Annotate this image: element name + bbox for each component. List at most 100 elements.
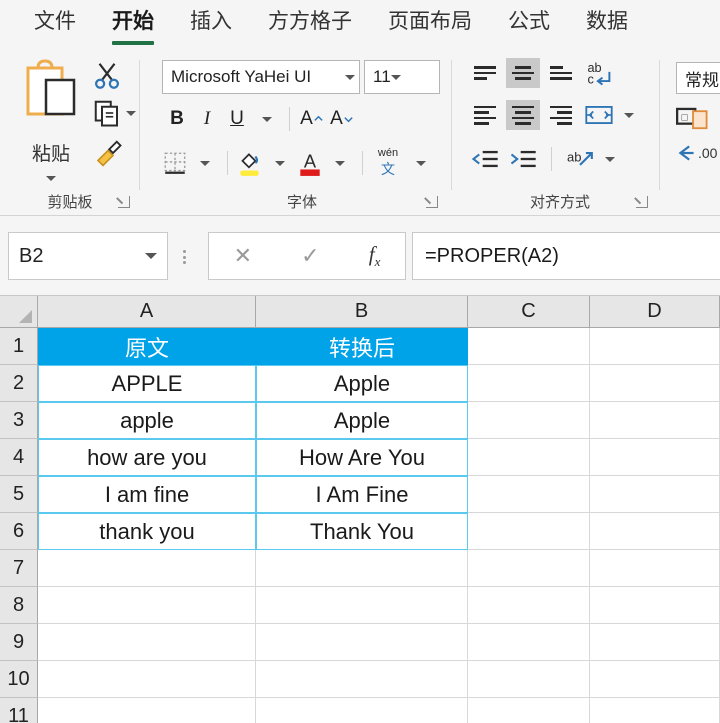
fill-color-button[interactable] xyxy=(235,148,265,178)
table-cell-b2[interactable]: Apple xyxy=(256,365,468,402)
row-header-8[interactable]: 8 xyxy=(0,587,38,624)
cell-d7[interactable] xyxy=(590,550,720,587)
cell-c3[interactable] xyxy=(468,402,590,439)
table-cell-b5[interactable]: I Am Fine xyxy=(256,476,468,513)
table-cell-a3[interactable]: apple xyxy=(38,402,256,439)
font-name-dropdown-arrow[interactable] xyxy=(345,74,355,80)
formula-bar-drag-handle[interactable] xyxy=(183,250,187,264)
insert-function-button[interactable]: fx xyxy=(369,242,381,270)
align-center-button[interactable] xyxy=(506,100,540,130)
paste-dropdown-arrow[interactable] xyxy=(14,168,88,186)
font-dialog-launcher[interactable] xyxy=(426,196,438,208)
merge-center-button[interactable] xyxy=(582,100,616,130)
table-cell-b4[interactable]: How Are You xyxy=(256,439,468,476)
formula-input[interactable]: =PROPER(A2) xyxy=(412,232,720,280)
clipboard-dialog-launcher[interactable] xyxy=(118,196,130,208)
cell-d8[interactable] xyxy=(590,587,720,624)
cell-c7[interactable] xyxy=(468,550,590,587)
row-header-7[interactable]: 7 xyxy=(0,550,38,587)
column-header-a[interactable]: A xyxy=(38,296,256,328)
underline-dropdown-arrow[interactable] xyxy=(252,104,282,134)
align-left-button[interactable] xyxy=(468,100,502,130)
cell-c4[interactable] xyxy=(468,439,590,476)
cell-b9[interactable] xyxy=(256,624,468,661)
cell-d4[interactable] xyxy=(590,439,720,476)
cell-a9[interactable] xyxy=(38,624,256,661)
cell-a10[interactable] xyxy=(38,661,256,698)
column-header-b[interactable]: B xyxy=(256,296,468,328)
cell-d11[interactable] xyxy=(590,698,720,723)
borders-dropdown-arrow[interactable] xyxy=(190,148,220,178)
tab-data[interactable]: 数据 xyxy=(568,0,646,42)
row-header-2[interactable]: 2 xyxy=(0,365,38,402)
row-header-9[interactable]: 9 xyxy=(0,624,38,661)
cell-c5[interactable] xyxy=(468,476,590,513)
align-right-button[interactable] xyxy=(544,100,578,130)
row-header-5[interactable]: 5 xyxy=(0,476,38,513)
bold-button[interactable]: B xyxy=(162,104,192,134)
cell-d10[interactable] xyxy=(590,661,720,698)
cell-c10[interactable] xyxy=(468,661,590,698)
name-box-dropdown-arrow[interactable] xyxy=(145,253,157,259)
row-header-11[interactable]: 11 xyxy=(0,698,38,723)
alignment-dialog-launcher[interactable] xyxy=(636,196,648,208)
cell-c11[interactable] xyxy=(468,698,590,723)
cell-c8[interactable] xyxy=(468,587,590,624)
row-header-10[interactable]: 10 xyxy=(0,661,38,698)
increase-indent-button[interactable] xyxy=(506,144,540,174)
cell-d5[interactable] xyxy=(590,476,720,513)
table-header-a[interactable]: 原文 xyxy=(38,328,256,365)
row-header-4[interactable]: 4 xyxy=(0,439,38,476)
text-orientation-button[interactable]: ab xyxy=(563,144,597,174)
cell-d3[interactable] xyxy=(590,402,720,439)
cell-a11[interactable] xyxy=(38,698,256,723)
font-color-button[interactable]: A xyxy=(295,148,325,178)
decrease-font-size-button[interactable]: A xyxy=(327,104,357,134)
italic-button[interactable]: I xyxy=(192,104,222,134)
copy-dropdown-arrow[interactable] xyxy=(126,110,136,116)
align-top-button[interactable] xyxy=(468,58,502,88)
table-cell-a5[interactable]: I am fine xyxy=(38,476,256,513)
cancel-formula-button[interactable]: ✕ xyxy=(234,243,252,269)
tab-formulas[interactable]: 公式 xyxy=(490,0,568,42)
table-cell-a2[interactable]: APPLE xyxy=(38,365,256,402)
number-format-select[interactable]: 常规 xyxy=(676,62,720,94)
cell-a7[interactable] xyxy=(38,550,256,587)
cell-b10[interactable] xyxy=(256,661,468,698)
cell-d1[interactable] xyxy=(590,328,720,365)
cell-d9[interactable] xyxy=(590,624,720,661)
copy-button[interactable] xyxy=(92,98,136,128)
cut-button[interactable] xyxy=(92,60,122,95)
cell-b11[interactable] xyxy=(256,698,468,723)
increase-font-size-button[interactable]: A xyxy=(297,104,327,134)
align-middle-button[interactable] xyxy=(506,58,540,88)
font-size-input[interactable]: 11 xyxy=(364,60,440,94)
fill-color-dropdown-arrow[interactable] xyxy=(265,148,295,178)
column-header-d[interactable]: D xyxy=(590,296,720,328)
format-painter-button[interactable] xyxy=(92,138,124,173)
cell-d2[interactable] xyxy=(590,365,720,402)
cell-d6[interactable] xyxy=(590,513,720,550)
cell-c6[interactable] xyxy=(468,513,590,550)
wrap-text-button[interactable]: ab c xyxy=(582,58,616,88)
tab-insert[interactable]: 插入 xyxy=(172,0,250,42)
confirm-formula-button[interactable]: ✓ xyxy=(301,243,319,269)
column-header-c[interactable]: C xyxy=(468,296,590,328)
cell-c1[interactable] xyxy=(468,328,590,365)
tab-page-layout[interactable]: 页面布局 xyxy=(370,0,490,42)
accounting-format-button[interactable]: □ xyxy=(676,104,710,137)
align-bottom-button[interactable] xyxy=(544,58,578,88)
table-cell-a4[interactable]: how are you xyxy=(38,439,256,476)
tab-home[interactable]: 开始 xyxy=(94,0,172,45)
row-header-1[interactable]: 1 xyxy=(0,328,38,365)
table-cell-a6[interactable]: thank you xyxy=(38,513,256,550)
cell-a8[interactable] xyxy=(38,587,256,624)
underline-button[interactable]: U xyxy=(222,104,252,134)
phonetic-guide-button[interactable]: wén 文 xyxy=(370,147,406,178)
decrease-decimal-button[interactable]: .00 xyxy=(676,142,717,164)
row-header-6[interactable]: 6 xyxy=(0,513,38,550)
row-header-3[interactable]: 3 xyxy=(0,402,38,439)
decrease-indent-button[interactable] xyxy=(468,144,502,174)
cell-b8[interactable] xyxy=(256,587,468,624)
font-color-dropdown-arrow[interactable] xyxy=(325,148,355,178)
